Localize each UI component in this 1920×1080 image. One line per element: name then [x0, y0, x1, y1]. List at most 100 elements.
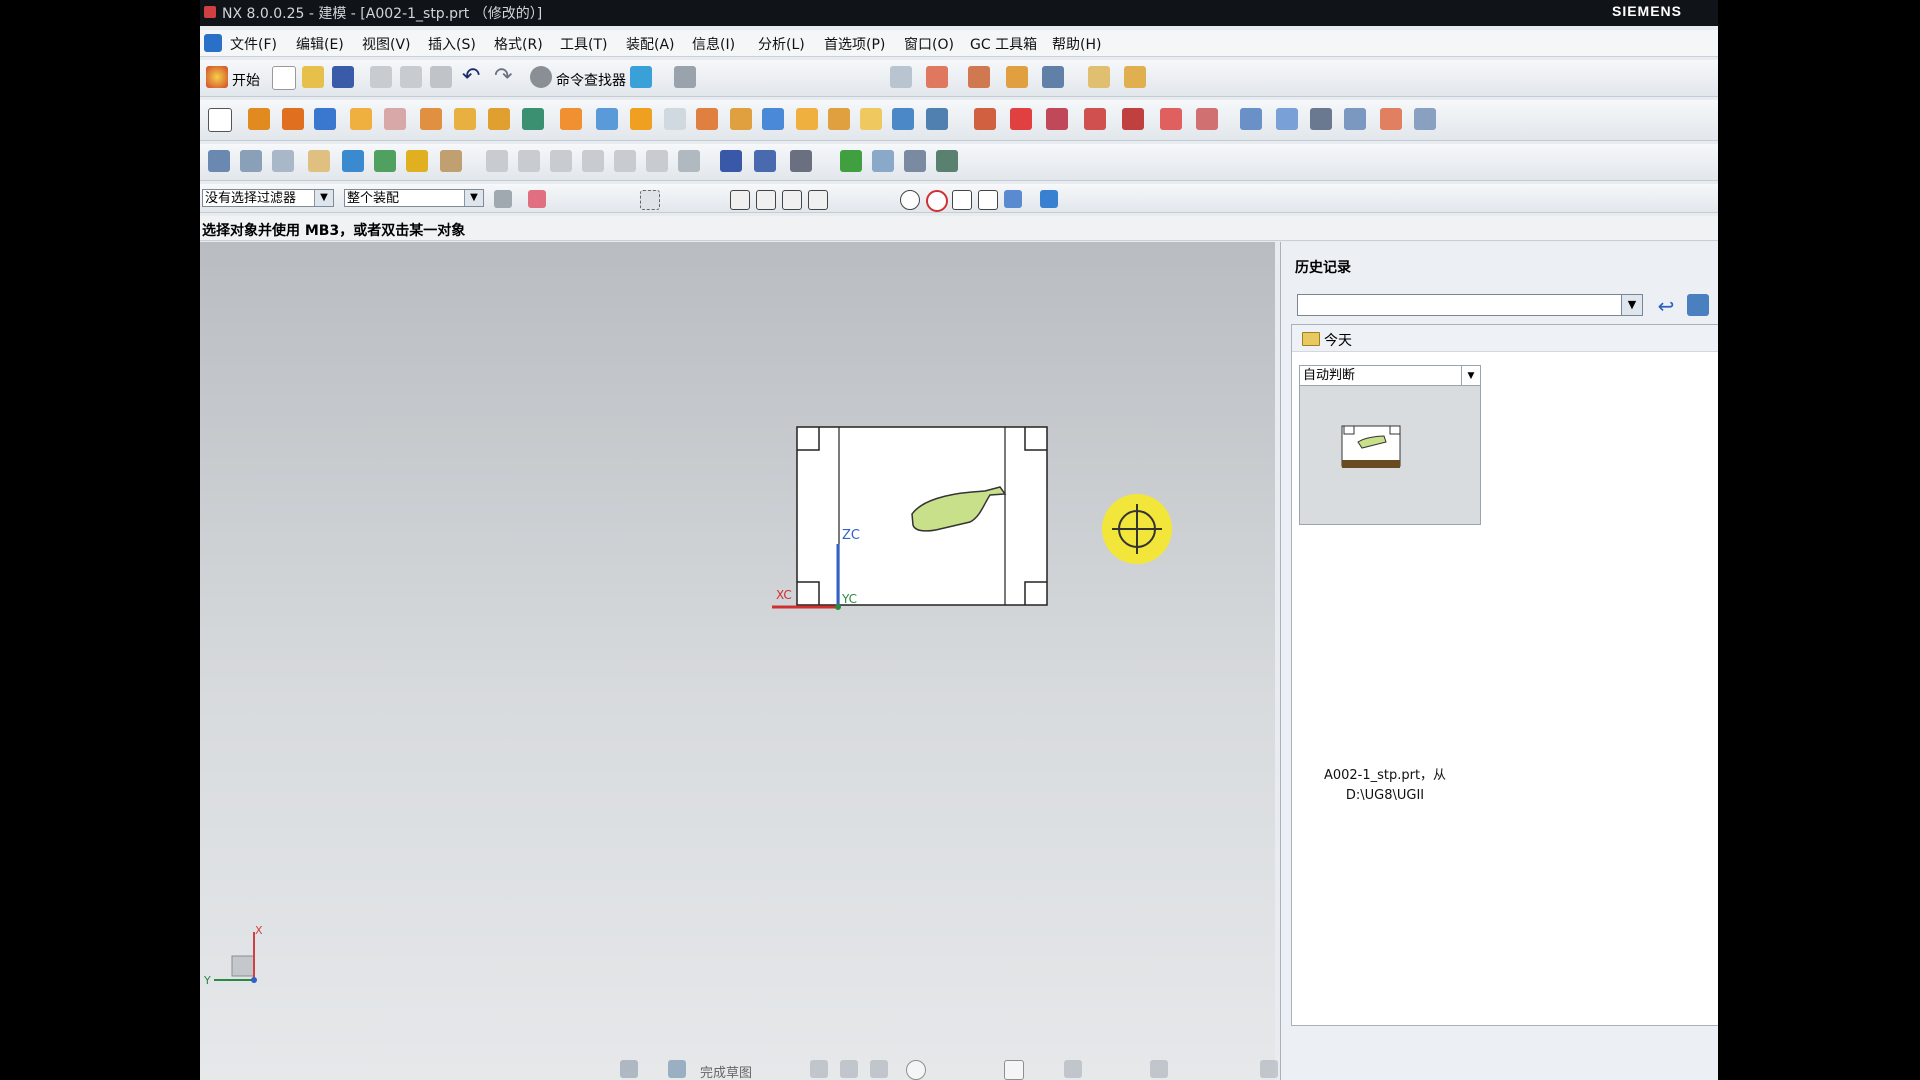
manage-icon[interactable] [872, 150, 894, 172]
copy-icon[interactable] [400, 66, 422, 88]
curve-tool-d-icon[interactable] [646, 150, 668, 172]
analysis-icon[interactable] [968, 66, 990, 88]
boss-icon[interactable] [384, 108, 406, 130]
trim-icon[interactable] [560, 108, 582, 130]
menu-analysis[interactable]: 分析(L) [758, 34, 805, 54]
constraint-icon[interactable] [1260, 1060, 1278, 1078]
transform-icon[interactable] [440, 150, 462, 172]
move-object-icon[interactable] [406, 150, 428, 172]
intersect-icon[interactable] [1046, 108, 1068, 130]
pad-icon[interactable] [420, 108, 442, 130]
ruler-icon[interactable] [1124, 66, 1146, 88]
menu-tools[interactable]: 工具(T) [560, 34, 607, 54]
edge-blend-icon[interactable] [596, 108, 618, 130]
body-icon[interactable] [974, 108, 996, 130]
extrude-icon[interactable] [248, 108, 270, 130]
line-icon[interactable] [840, 1060, 858, 1078]
pattern-icon[interactable] [488, 108, 510, 130]
surface-icon[interactable] [828, 108, 850, 130]
control-point-icon[interactable] [782, 190, 802, 210]
quadrant-icon[interactable] [926, 190, 948, 212]
graphics-window[interactable]: ZC XC YC X Y [200, 242, 1275, 1080]
block-icon[interactable] [314, 108, 336, 130]
existing-point-icon[interactable] [952, 190, 972, 210]
menu-format[interactable]: 格式(R) [494, 34, 543, 54]
view-cube-icon[interactable] [1040, 190, 1058, 208]
unite-icon[interactable] [522, 108, 544, 130]
history-group-today[interactable]: 今天 [1292, 325, 1718, 352]
type-filter-select[interactable]: 没有选择过滤器 ▼ [202, 189, 334, 207]
styled-sweep-icon[interactable] [1380, 108, 1402, 130]
curve-icon[interactable] [486, 150, 508, 172]
n-sided-icon[interactable] [1344, 108, 1366, 130]
measure-distance-icon[interactable] [342, 150, 364, 172]
offset-face-icon[interactable] [696, 108, 718, 130]
datum-icon[interactable] [926, 108, 948, 130]
menu-edit[interactable]: 编辑(E) [296, 34, 344, 54]
assembly-icon[interactable] [1122, 108, 1144, 130]
hole-icon[interactable] [350, 108, 372, 130]
selection-scope-select[interactable]: 整个装配 ▼ [344, 189, 484, 207]
menu-file[interactable]: 文件(F) [230, 34, 277, 54]
table-icon[interactable] [904, 150, 926, 172]
axis-icon[interactable] [936, 150, 958, 172]
chevron-down-icon[interactable]: ▼ [314, 190, 333, 206]
shell-icon[interactable] [664, 108, 686, 130]
align-icon[interactable] [678, 150, 700, 172]
cut-icon[interactable] [370, 66, 392, 88]
curve-tool-c-icon[interactable] [614, 150, 636, 172]
back-arrow-icon[interactable]: ↩ [1655, 294, 1677, 318]
freeform-icon[interactable] [1240, 108, 1262, 130]
curve-tool-a-icon[interactable] [550, 150, 572, 172]
nx-menu-icon[interactable] [204, 34, 222, 52]
finish-sketch-button[interactable]: 完成草图 [700, 1062, 752, 1080]
display-mode-select[interactable]: 自动判断 ▼ [1300, 366, 1480, 386]
refresh-icon[interactable] [630, 66, 652, 88]
check-geometry-icon[interactable] [374, 150, 396, 172]
revolve-icon[interactable] [282, 108, 304, 130]
replace-face-icon[interactable] [1196, 108, 1218, 130]
fit-icon[interactable] [208, 150, 230, 172]
midpoint-icon[interactable] [756, 190, 776, 210]
chevron-down-icon[interactable]: ▼ [1621, 295, 1642, 315]
layer-icon[interactable] [890, 66, 912, 88]
wave-icon[interactable] [1160, 108, 1182, 130]
studio-surface-icon[interactable] [1414, 108, 1436, 130]
intersection-icon[interactable] [808, 190, 828, 210]
command-finder-icon[interactable] [530, 66, 552, 88]
start-icon[interactable] [206, 66, 228, 88]
move-layer-icon[interactable] [272, 150, 294, 172]
redo-icon[interactable]: ↷ [494, 64, 512, 89]
start-button[interactable]: 开始 [232, 70, 260, 90]
view-icon[interactable] [1042, 66, 1064, 88]
arc-center-icon[interactable] [900, 190, 920, 210]
measure-icon[interactable] [1088, 66, 1110, 88]
point-on-curve-icon[interactable] [978, 190, 998, 210]
snap-point-icon[interactable] [528, 190, 546, 208]
thicken-icon[interactable] [730, 108, 752, 130]
history-entry-card[interactable]: 自动判断 ▼ [1299, 365, 1481, 525]
menu-window[interactable]: 窗口(O) [904, 34, 954, 54]
menu-preferences[interactable]: 首选项(P) [824, 34, 885, 54]
trim-curve-icon[interactable] [1150, 1060, 1168, 1078]
circle-icon[interactable] [906, 1060, 926, 1080]
undo-icon[interactable]: ↶ [462, 64, 480, 89]
design-icon[interactable] [1006, 66, 1028, 88]
through-curves-icon[interactable] [1276, 108, 1298, 130]
mirror-icon[interactable] [762, 108, 784, 130]
arc-icon[interactable] [870, 1060, 888, 1078]
endpoint-icon[interactable] [730, 190, 750, 210]
chamfer-icon[interactable] [630, 108, 652, 130]
snap-icon[interactable] [790, 150, 812, 172]
checkmark-icon[interactable] [840, 150, 862, 172]
new-file-icon[interactable] [272, 66, 296, 90]
cylinder-icon[interactable] [720, 150, 742, 172]
finish-sketch-icon[interactable] [668, 1060, 686, 1078]
menu-information[interactable]: 信息(I) [692, 34, 735, 54]
open-folder-icon[interactable] [302, 66, 324, 88]
save-icon[interactable] [332, 66, 354, 88]
layer-settings-icon[interactable] [240, 150, 262, 172]
select-box-icon[interactable] [640, 190, 660, 210]
ruled-icon[interactable] [860, 108, 882, 130]
menu-gc-toolbox[interactable]: GC 工具箱 [970, 34, 1037, 54]
